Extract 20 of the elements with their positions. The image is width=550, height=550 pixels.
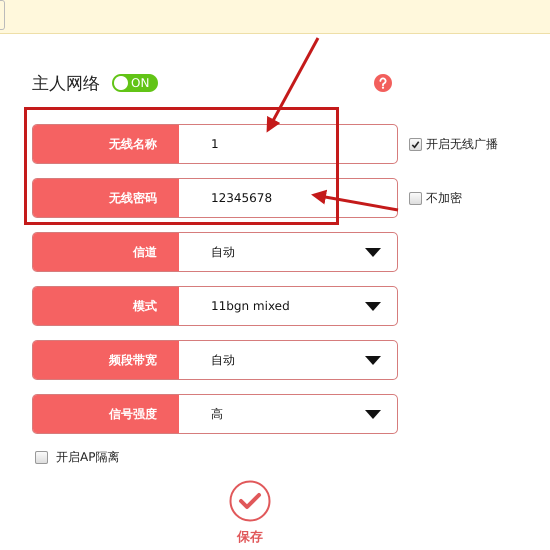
checkbox[interactable] <box>409 192 422 204</box>
checkbox-label: 开启AP隔离 <box>56 449 120 466</box>
caret-icon <box>365 302 381 310</box>
caret-icon <box>365 410 381 418</box>
section-title: 主人网络 <box>32 72 100 94</box>
checkbox[interactable] <box>409 138 422 150</box>
dropdown[interactable]: 信道 自动 <box>32 232 398 272</box>
input-field[interactable]: 无线密码 12345678 <box>32 178 398 218</box>
help-icon[interactable] <box>374 74 392 92</box>
checkbox-label: 不加密 <box>426 190 462 206</box>
checkbox-label: 开启无线广播 <box>426 136 498 152</box>
dropdown[interactable]: 频段带宽 自动 <box>32 340 398 380</box>
save-checkmark-icon[interactable] <box>229 480 271 522</box>
save-link[interactable]: 保存 <box>237 528 263 546</box>
dropdown[interactable]: 信号强度 高 <box>32 394 398 434</box>
input-field[interactable]: 无线名称 1 <box>32 124 398 164</box>
caret-icon <box>365 356 381 364</box>
caret-icon <box>365 248 381 256</box>
checkbox[interactable] <box>35 451 48 464</box>
dropdown[interactable]: 模式 11bgn mixed <box>32 286 398 326</box>
